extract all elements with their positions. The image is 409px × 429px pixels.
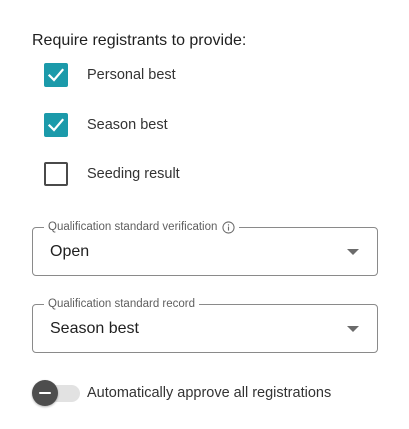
toggle-thumb (32, 380, 58, 406)
auto-approve-toggle[interactable] (32, 380, 82, 406)
seeding-result-label: Seeding result (87, 166, 180, 182)
checkbox-row-personal-best[interactable]: Personal best (44, 63, 176, 87)
season-best-label: Season best (87, 117, 168, 133)
record-select[interactable]: Qualification standard record Season bes… (32, 297, 378, 353)
checkmark-icon (47, 118, 65, 132)
dropdown-arrow-icon (347, 249, 359, 255)
checkmark-icon (47, 68, 65, 82)
verification-select[interactable]: Qualification standard verification Open (32, 220, 378, 276)
seeding-result-checkbox[interactable] (44, 162, 68, 186)
dropdown-arrow-icon (347, 326, 359, 332)
record-select-value: Season best (50, 320, 139, 337)
minus-icon (39, 392, 51, 394)
record-select-legend: Qualification standard record (44, 297, 200, 311)
record-select-label: Qualification standard record (48, 298, 196, 310)
info-icon[interactable] (222, 220, 235, 234)
verification-select-label: Qualification standard verification (48, 221, 218, 233)
checkbox-row-season-best[interactable]: Season best (44, 113, 168, 137)
checkbox-row-seeding-result[interactable]: Seeding result (44, 162, 180, 186)
verification-select-legend: Qualification standard verification (44, 220, 240, 234)
personal-best-checkbox[interactable] (44, 63, 68, 87)
verification-select-value: Open (50, 243, 90, 260)
auto-approve-row: Automatically approve all registrations (32, 380, 331, 406)
personal-best-label: Personal best (87, 67, 176, 83)
auto-approve-label: Automatically approve all registrations (87, 385, 332, 401)
requirements-title: Require registrants to provide: (32, 32, 247, 49)
season-best-checkbox[interactable] (44, 113, 68, 137)
